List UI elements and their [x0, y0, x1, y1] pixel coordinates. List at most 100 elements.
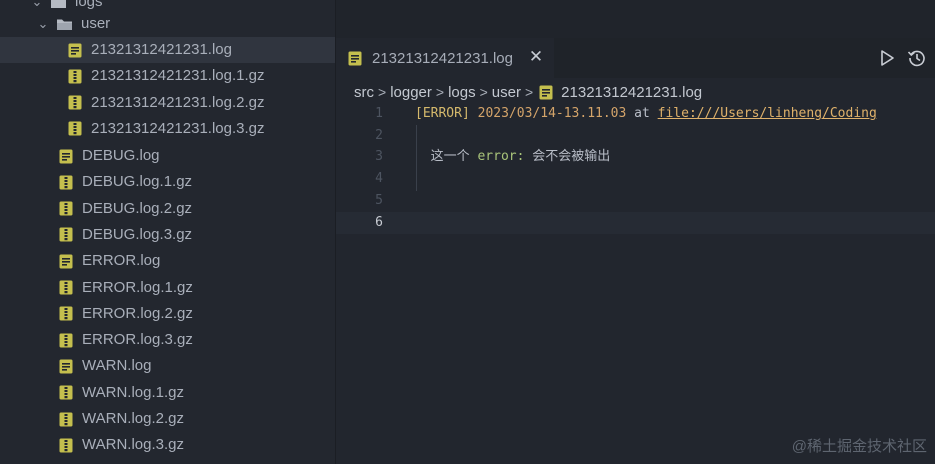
- zip-file-icon: [68, 95, 82, 110]
- chevron-down-icon: ⌄: [37, 16, 49, 31]
- tree-label: DEBUG.log.3.gz: [82, 225, 193, 243]
- editor-top-strip: [336, 0, 935, 38]
- tab-log-file[interactable]: 21321312421231.log ✕: [336, 38, 554, 78]
- tree-label: 21321312421231.log: [91, 41, 232, 58]
- breadcrumb-separator: >: [479, 84, 488, 100]
- tab-bar: 21321312421231.log ✕: [336, 38, 935, 78]
- tree-label: DEBUG.log.1.gz: [82, 173, 193, 191]
- file-explorer: ⌄ logs ⌄ user 21321312421231.log 21321312…: [0, 0, 336, 464]
- log-file-icon: [59, 254, 73, 269]
- line-number: 4: [375, 171, 383, 187]
- tree-folder-user[interactable]: ⌄ user: [0, 11, 335, 37]
- line-number: 2: [375, 127, 383, 143]
- code-line[interactable]: 5: [336, 190, 935, 212]
- zip-file-icon: [59, 175, 73, 190]
- code-editor[interactable]: 1 [ERROR] 2023/03/14-13.11.03 at file:///…: [336, 103, 935, 363]
- tree-label: WARN.log: [82, 357, 152, 375]
- zip-file-icon: [68, 121, 82, 136]
- editor-pane: 21321312421231.log ✕ src > logger > logs > use…: [336, 0, 935, 464]
- tree-file-item[interactable]: WARN.log.3.gz: [0, 432, 335, 458]
- line-number: 1: [375, 106, 383, 121]
- code-line[interactable]: 6: [336, 211, 935, 234]
- tree-label: ERROR.log.1.gz: [82, 278, 193, 296]
- tree-file-item[interactable]: WARN.log.1.gz: [0, 380, 335, 406]
- breadcrumb-item[interactable]: src: [354, 84, 374, 101]
- breadcrumb-item[interactable]: user: [492, 84, 521, 101]
- zip-file-icon: [59, 227, 73, 242]
- breadcrumb-separator: >: [378, 84, 387, 100]
- code-token: at: [626, 106, 658, 121]
- tree-label: WARN.log.3.gz: [82, 436, 184, 454]
- tree-label: DEBUG.log: [82, 147, 160, 164]
- line-text: [ERROR] 2023/03/14-13.11.03 at file:///U…: [415, 103, 877, 125]
- zip-file-icon: [59, 201, 73, 216]
- tree-file-item[interactable]: WARN.log: [0, 353, 335, 379]
- line-text: 这一个 error: 会不会被输出: [415, 146, 611, 168]
- breadcrumb-item[interactable]: logs: [448, 84, 476, 101]
- code-token[interactable]: file:///Users/linheng/Coding: [658, 106, 877, 121]
- tree-file-item[interactable]: WARN.log.2.gz: [0, 406, 335, 432]
- log-file-icon: [539, 85, 553, 99]
- line-number: 3: [375, 149, 383, 165]
- ide-window: ⌄ logs ⌄ user 21321312421231.log 21321312…: [0, 0, 935, 464]
- play-icon[interactable]: [877, 48, 897, 68]
- breadcrumb-item[interactable]: 21321312421231.log: [561, 84, 702, 101]
- tree-file-item[interactable]: DEBUG.log.3.gz: [0, 222, 335, 248]
- tree-file-item[interactable]: ERROR.log.2.gz: [0, 301, 335, 327]
- breadcrumb: src > logger > logs > user >21321312421231.log: [354, 80, 702, 104]
- tree-file-item[interactable]: ERROR.log: [0, 248, 335, 274]
- code-line[interactable]: 3 这一个 error: 会不会被输出: [336, 146, 935, 168]
- history-icon[interactable]: [907, 48, 927, 68]
- tree-file-item[interactable]: DEBUG.log: [0, 143, 335, 169]
- code-line[interactable]: 4: [336, 168, 935, 190]
- tree-label: WARN.log.1.gz: [82, 383, 184, 401]
- zip-file-icon: [68, 69, 82, 84]
- tree-file-item[interactable]: DEBUG.log.2.gz: [0, 196, 335, 222]
- code-token: 2023/03/14-13.11.03: [477, 106, 627, 121]
- tree-file-item[interactable]: 21321312421231.log.2.gz: [0, 90, 335, 116]
- breadcrumb-separator: >: [524, 84, 534, 100]
- tree-file-item[interactable]: 21321312421231.log.1.gz: [0, 63, 335, 89]
- tree-label: 21321312421231.log.1.gz: [91, 67, 265, 85]
- line-number: 5: [375, 192, 383, 208]
- code-token: [ERROR]: [415, 106, 470, 121]
- tree-label: user: [81, 15, 111, 32]
- zip-file-icon: [59, 333, 73, 348]
- code-token: 这一个: [415, 149, 478, 165]
- breadcrumb-separator: >: [435, 84, 445, 100]
- tree-label: ERROR.log.3.gz: [82, 331, 193, 349]
- folder-open-icon: [51, 0, 66, 8]
- tree-label: WARN.log.2.gz: [82, 410, 184, 427]
- tree-file-item[interactable]: ERROR.log.3.gz: [0, 327, 335, 353]
- tree-file-item[interactable]: ERROR.log.1.gz: [0, 275, 335, 301]
- tree-file-item[interactable]: 21321312421231.log: [0, 37, 335, 63]
- zip-file-icon: [59, 385, 73, 400]
- zip-file-icon: [59, 306, 73, 321]
- tab-label: 21321312421231.log: [372, 49, 513, 67]
- tree-label: ERROR.log.2.gz: [82, 304, 193, 322]
- tree-label: ERROR.log: [82, 252, 161, 270]
- folder-open-icon: [57, 19, 72, 30]
- log-file-icon: [348, 51, 362, 65]
- line-number: 6: [375, 214, 383, 230]
- code-line[interactable]: 1 [ERROR] 2023/03/14-13.11.03 at file:///…: [336, 103, 935, 125]
- tree-file-item[interactable]: 21321312421231.log.3.gz: [0, 116, 335, 142]
- watermark: @稀土掘金技术社区: [791, 438, 927, 455]
- close-icon[interactable]: ✕: [526, 47, 546, 67]
- log-file-icon: [68, 43, 82, 57]
- chevron-down-icon: ⌄: [31, 0, 43, 9]
- tree-label: 21321312421231.log.2.gz: [91, 93, 265, 111]
- code-token: 会不会被输出: [524, 149, 611, 165]
- breadcrumb-item[interactable]: logger: [390, 84, 432, 101]
- code-token: error:: [477, 149, 525, 165]
- zip-file-icon: [59, 438, 73, 453]
- code-line[interactable]: 2: [336, 125, 935, 147]
- log-file-icon: [59, 359, 73, 374]
- zip-file-icon: [59, 280, 73, 295]
- zip-file-icon: [59, 412, 73, 426]
- tree-file-item[interactable]: DEBUG.log.1.gz: [0, 169, 335, 195]
- tree-label: 21321312421231.log.3.gz: [91, 119, 265, 137]
- log-file-icon: [59, 149, 73, 163]
- tree-label: DEBUG.log.2.gz: [82, 199, 193, 217]
